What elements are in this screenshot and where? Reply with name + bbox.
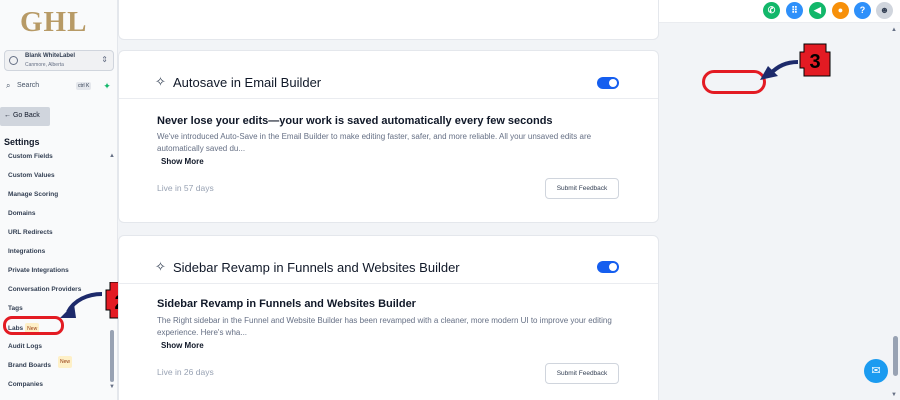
sparkle-icon: ✧ xyxy=(155,74,166,89)
scroll-down-arrow-icon[interactable]: ▼ xyxy=(109,384,115,390)
brand-logo[interactable]: GHL xyxy=(20,6,87,39)
annotation-arrow xyxy=(768,60,799,76)
sidebar-item-url-redirects[interactable]: URL Redirects xyxy=(8,228,108,247)
feature-description: We've introduced Auto-Save in the Email … xyxy=(157,132,592,153)
sidebar-item-domains[interactable]: Domains xyxy=(8,209,108,228)
chevron-updown-icon: ⇕ xyxy=(101,55,108,64)
card-header: ✧ Autosave in Email Builder xyxy=(119,51,658,99)
sidebar-item-label: Custom Fields xyxy=(8,153,53,160)
account-location: Canmore, Alberta xyxy=(25,62,64,68)
feature-card-autosave: ✧ Autosave in Email Builder Never lose y… xyxy=(118,50,659,223)
chat-widget-icon[interactable]: ✉ xyxy=(864,359,888,383)
sidebar-item-label: Domains xyxy=(8,210,36,217)
sidebar-item-label: Companies xyxy=(8,381,44,388)
megaphone-icon[interactable]: ◀ xyxy=(809,2,826,19)
live-status: Live in 26 days xyxy=(157,367,214,377)
sidebar-item-integrations[interactable]: Integrations xyxy=(8,247,108,266)
go-back-button[interactable]: ← Go Back xyxy=(0,107,50,126)
search-icon: ⌕ xyxy=(6,81,11,90)
grid-icon[interactable]: ⠿ xyxy=(786,2,803,19)
annotation-arrowhead xyxy=(60,304,76,318)
bell-icon[interactable]: ● xyxy=(832,2,849,19)
show-more-link[interactable]: Show More xyxy=(161,341,204,350)
sidebar-item-label: Private Integrations xyxy=(8,267,69,274)
account-switcher[interactable]: Blank WhiteLabel Canmore, Alberta ⇕ xyxy=(4,50,114,71)
step-number: 3 xyxy=(809,51,820,73)
submit-feedback-button[interactable]: Submit Feedback xyxy=(545,363,619,384)
account-name: Blank WhiteLabel xyxy=(25,53,76,59)
feature-heading: Never lose your edits—your work is saved… xyxy=(157,115,553,127)
sidebar-item-label: Custom Values xyxy=(8,172,55,179)
sidebar-item-companies[interactable]: Companies xyxy=(8,380,108,399)
feature-title: Sidebar Revamp in Funnels and Websites B… xyxy=(173,260,460,275)
settings-heading: Settings xyxy=(4,137,40,147)
submit-feedback-button[interactable]: Submit Feedback xyxy=(545,178,619,199)
step-3-annotation: 3 xyxy=(760,43,831,80)
search-box[interactable]: ⌕ Search ctrl K xyxy=(4,80,94,94)
sidebar: GHL Blank WhiteLabel Canmore, Alberta ⇕ … xyxy=(0,0,118,400)
sidebar-item-label: Audit Logs xyxy=(8,343,42,350)
sidebar-item-label: Brand Boards xyxy=(8,362,51,369)
sidebar-item-custom-values[interactable]: Custom Values xyxy=(8,171,108,190)
sidebar-item-label: Integrations xyxy=(8,248,46,255)
scroll-up-arrow-icon[interactable]: ▲ xyxy=(109,153,115,159)
settings-menu: Custom Fields Custom Values Manage Scori… xyxy=(8,152,108,399)
feature-card-sidebar-revamp: ✧ Sidebar Revamp in Funnels and Websites… xyxy=(118,235,659,400)
live-status: Live in 57 days xyxy=(157,183,214,193)
feature-toggle[interactable] xyxy=(597,261,619,273)
sparkle-icon: ✧ xyxy=(155,259,166,274)
sidebar-item-label: URL Redirects xyxy=(8,229,53,236)
sidebar-item-manage-scoring[interactable]: Manage Scoring xyxy=(8,190,108,209)
location-icon xyxy=(9,56,18,65)
sidebar-item-label: Manage Scoring xyxy=(8,191,59,198)
help-icon[interactable]: ? xyxy=(854,2,871,19)
feature-card-previous xyxy=(118,0,659,40)
feature-toggle[interactable] xyxy=(597,77,619,89)
main-scrollbar-thumb[interactable] xyxy=(893,336,898,376)
sidebar-item-custom-fields[interactable]: Custom Fields xyxy=(8,152,108,171)
new-badge: New xyxy=(58,356,73,368)
scroll-up-arrow-icon[interactable]: ▲ xyxy=(891,27,897,33)
scroll-down-arrow-icon[interactable]: ▼ xyxy=(891,392,897,398)
feature-heading: Sidebar Revamp in Funnels and Websites B… xyxy=(157,298,416,310)
search-label: Search xyxy=(17,82,40,89)
labs-highlight-outline xyxy=(3,316,64,335)
phone-icon[interactable]: ✆ xyxy=(763,2,780,19)
card-header: ✧ Sidebar Revamp in Funnels and Websites… xyxy=(119,236,658,284)
avatar[interactable]: ☻ xyxy=(876,2,893,19)
ai-sparkle-icon[interactable]: ✦ xyxy=(101,81,113,93)
show-more-link[interactable]: Show More xyxy=(161,157,204,166)
search-shortcut: ctrl K xyxy=(76,82,92,90)
sidebar-item-brand-boards[interactable]: Brand Boards New xyxy=(8,356,108,380)
sidebar-scrollbar-thumb[interactable] xyxy=(110,330,114,382)
feature-title: Autosave in Email Builder xyxy=(173,75,322,90)
main-scrollbar[interactable]: ▲ ▼ xyxy=(890,24,900,400)
sidebar-item-label: Tags xyxy=(8,305,23,312)
feature-description: The Right sidebar in the Funnel and Webs… xyxy=(157,316,612,337)
